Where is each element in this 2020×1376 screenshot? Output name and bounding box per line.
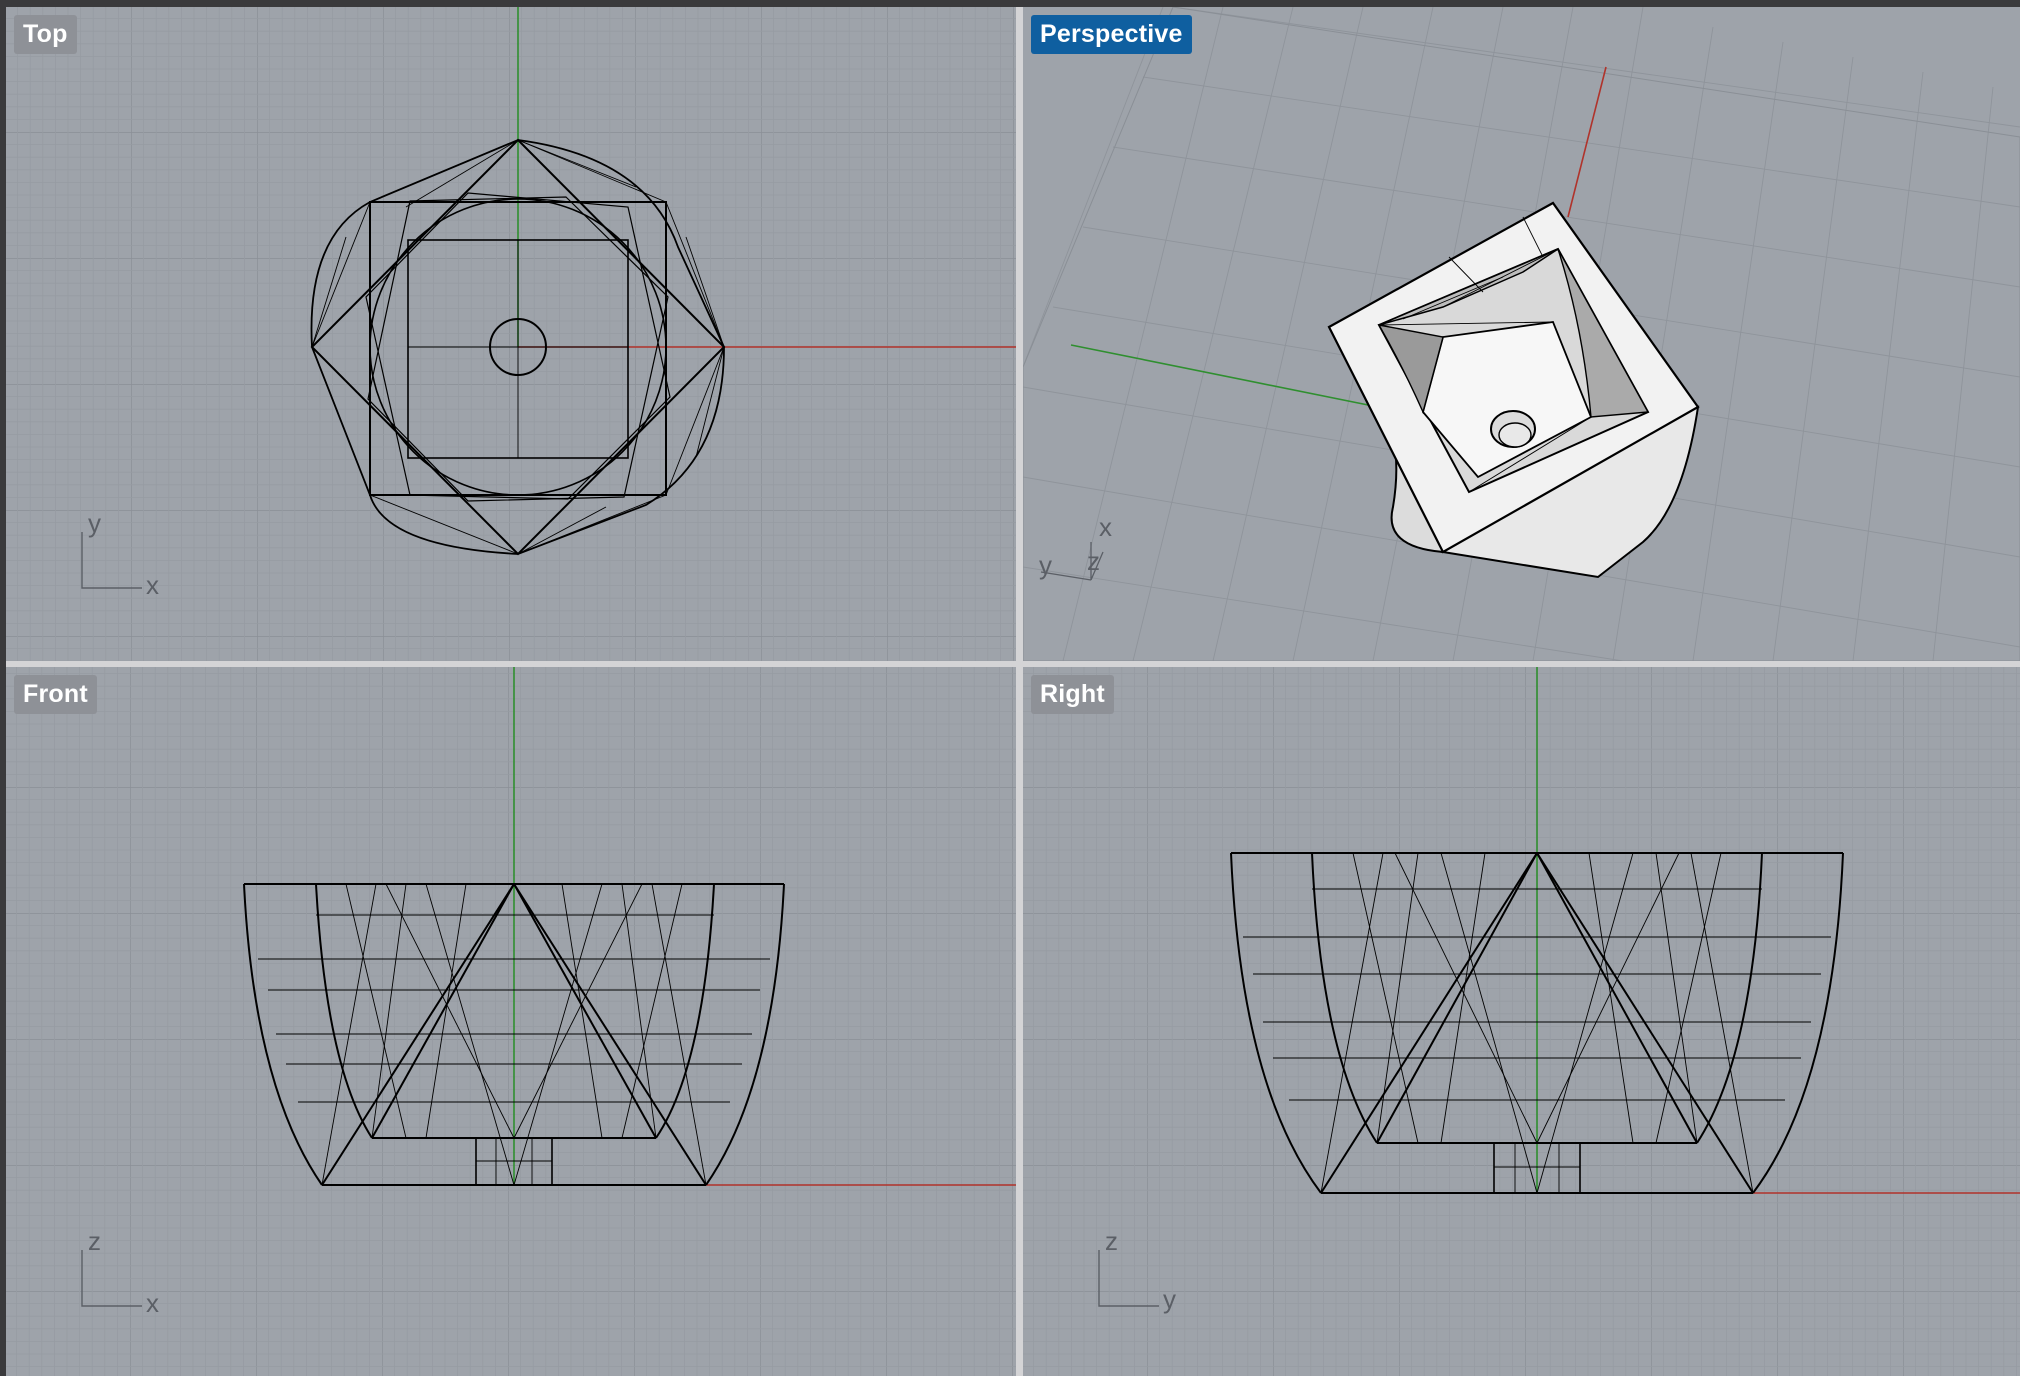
- perspective-geometry: [1070, 66, 1700, 579]
- axis-label-z: z: [1087, 546, 1100, 576]
- y-axis-line-persp: [1070, 344, 1379, 408]
- viewport-divider-vertical[interactable]: [1016, 7, 1023, 1376]
- viewport-label-right[interactable]: Right: [1031, 675, 1114, 714]
- axis-indicator-perspective: x y z: [1033, 512, 1123, 592]
- top-viewport[interactable]: Top y x: [6, 7, 1016, 661]
- viewport-label-front[interactable]: Front: [14, 675, 97, 714]
- axis-label-z: z: [1105, 1226, 1118, 1256]
- front-viewport[interactable]: Front z x: [6, 667, 1016, 1376]
- bowl-solid-shaded: [1327, 201, 1700, 579]
- viewport-divider-horizontal[interactable]: [6, 661, 2020, 667]
- viewport-label-top[interactable]: Top: [14, 15, 77, 54]
- axis-label-y: y: [1039, 550, 1052, 580]
- axis-label-y: y: [88, 508, 101, 538]
- axis-indicator-right: z y: [1093, 1226, 1176, 1314]
- axis-label-x: x: [146, 1288, 159, 1318]
- x-axis-line-persp: [1567, 66, 1607, 218]
- front-view-geometry: [243, 667, 1016, 1186]
- right-viewport[interactable]: Right z y: [1023, 667, 2020, 1376]
- axis-label-y: y: [1163, 1284, 1176, 1314]
- axis-label-x: x: [1099, 512, 1112, 542]
- top-view-geometry: [310, 7, 1016, 556]
- viewport-label-perspective[interactable]: Perspective: [1031, 15, 1192, 54]
- axis-indicator-top: y x: [76, 508, 159, 600]
- perspective-viewport[interactable]: Perspective x y z: [1023, 7, 2020, 661]
- axis-indicator-front: z x: [76, 1226, 159, 1318]
- axis-label-z: z: [88, 1226, 101, 1256]
- axis-label-x: x: [146, 570, 159, 600]
